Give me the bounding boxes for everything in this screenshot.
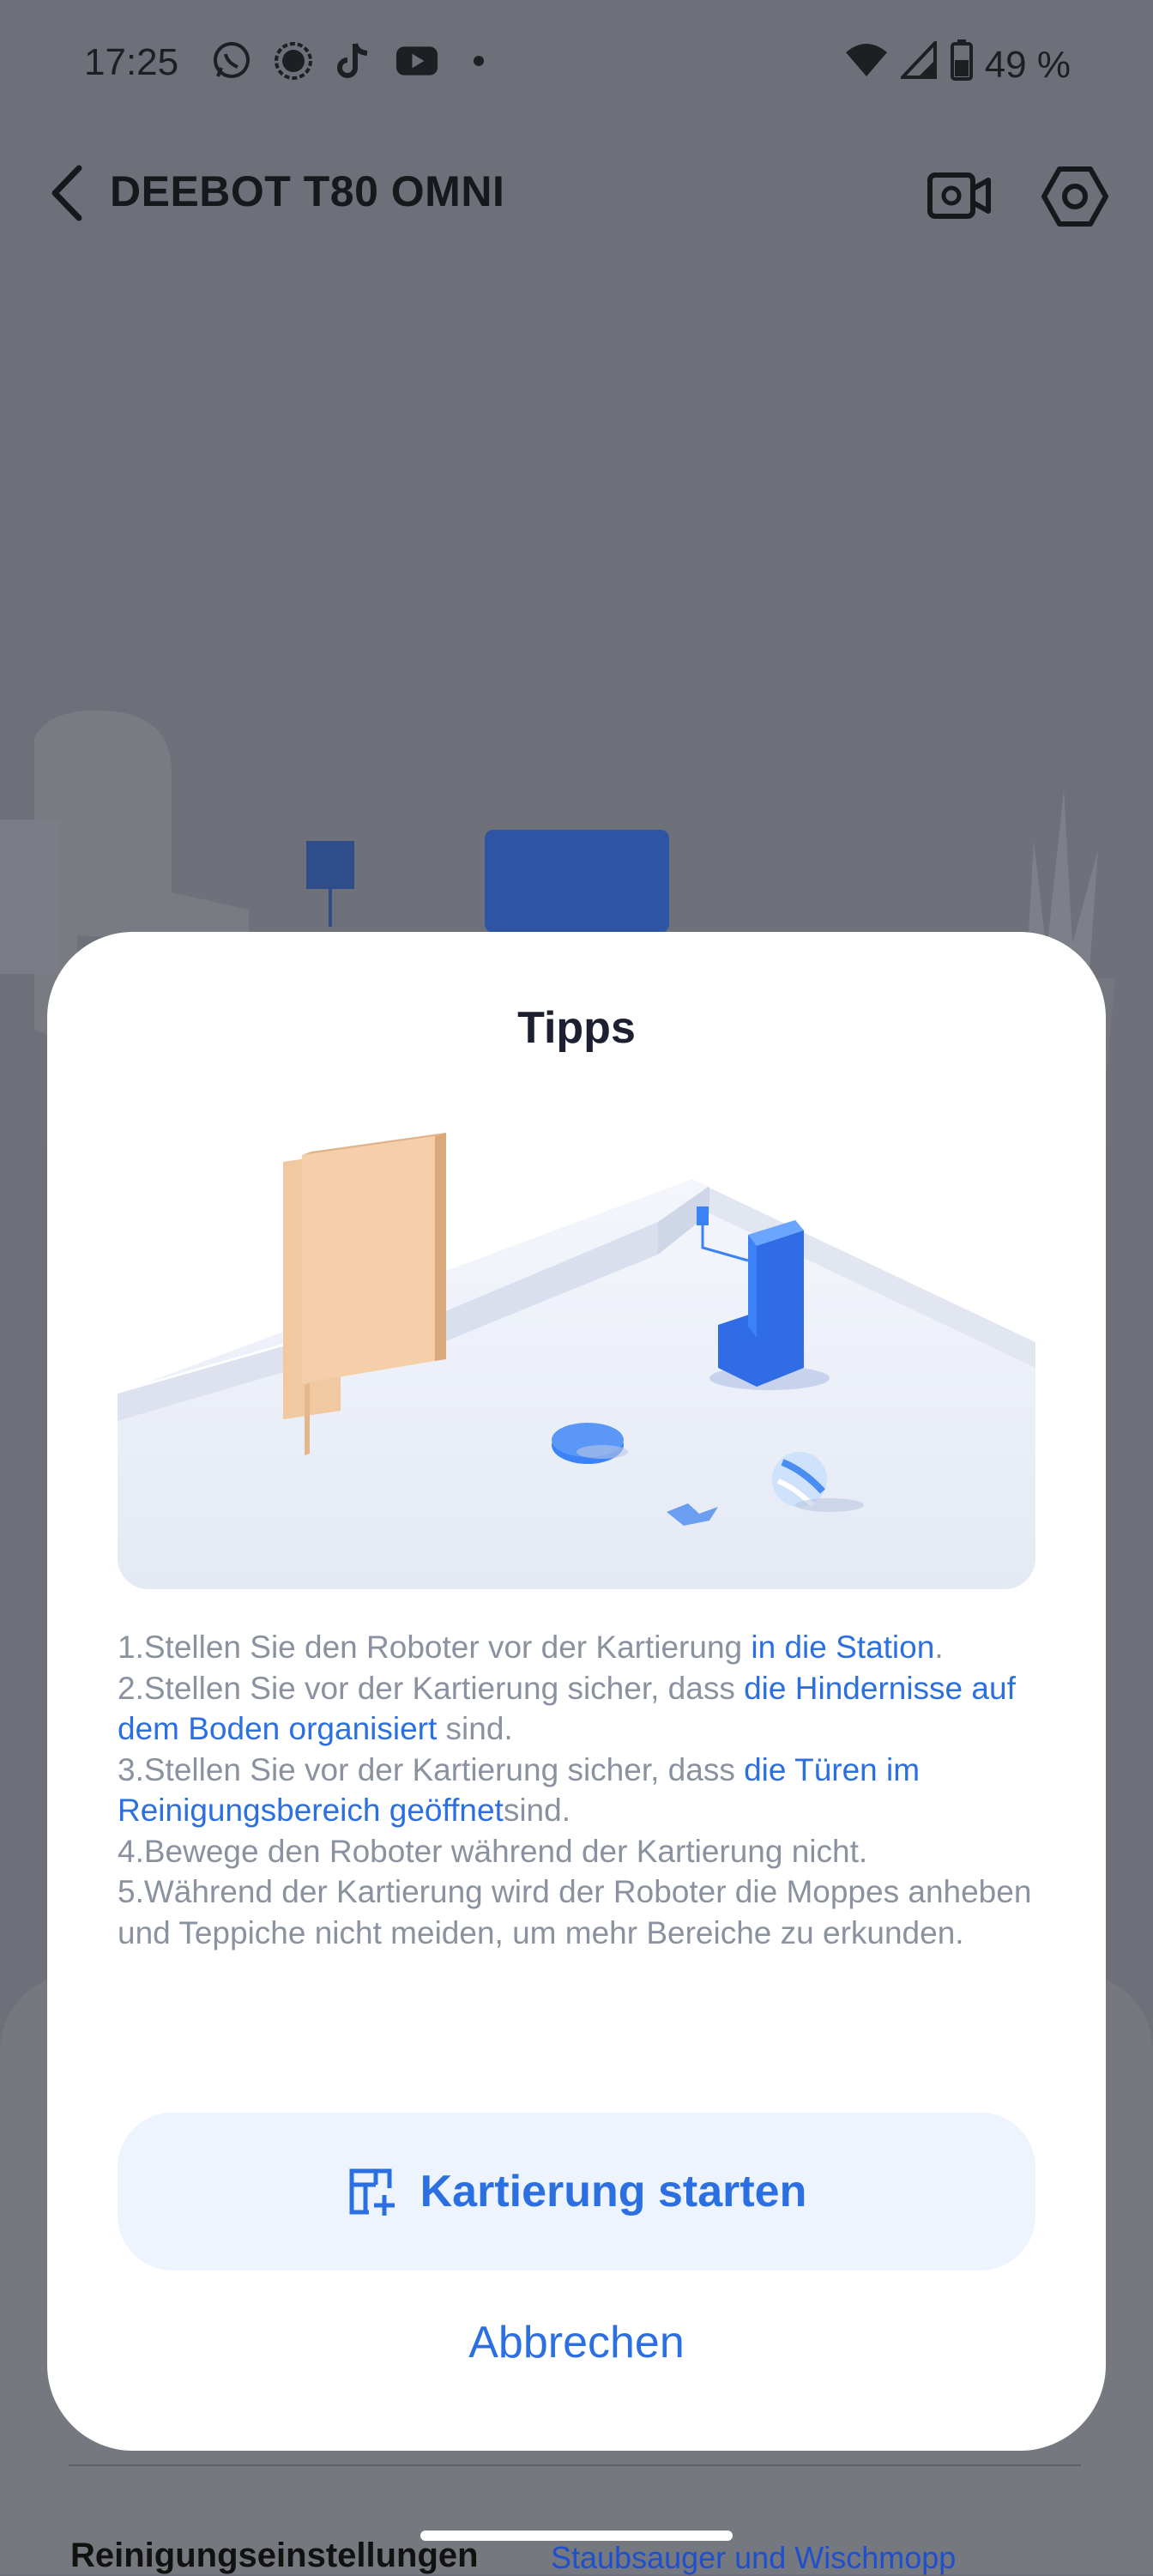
cleaning-mode-link: Staubsauger und Wischmopp (551, 2540, 957, 2575)
app-bar: DEEBOT T80 OMNI (0, 146, 1153, 240)
mapping-illustration (118, 1110, 1035, 1589)
video-camera-icon (927, 172, 991, 219)
status-bar: 17:25 49 % (0, 0, 1153, 129)
cell-signal-icon (898, 38, 939, 88)
chevron-left-icon (51, 165, 82, 221)
video-camera-button[interactable] (923, 160, 995, 232)
tip-text: . (934, 1630, 944, 1665)
battery-percent: 49 % (984, 43, 1071, 86)
tip-text: 4.Bewege den Roboter während der Kartier… (118, 1833, 868, 1869)
wifi-icon (844, 42, 889, 88)
youtube-icon (395, 39, 438, 82)
start-mapping-label: Kartierung starten (420, 2167, 807, 2216)
whatsapp-icon (210, 39, 253, 82)
start-mapping-button[interactable]: Kartierung starten (118, 2113, 1035, 2271)
map-add-icon (349, 2168, 395, 2216)
tip-text: 2.Stellen Sie vor der Kartierung sicher,… (118, 1670, 745, 1706)
tip-text: 5.Während der Kartierung wird der Robote… (118, 1874, 1032, 1950)
tip-item: 1.Stellen Sie den Roboter vor der Kartie… (118, 1627, 1053, 1668)
status-app-icons (210, 39, 500, 82)
bottom-divider (69, 2464, 1081, 2466)
signal-icon (272, 39, 315, 82)
tip-item: 2.Stellen Sie vor der Kartierung sicher,… (118, 1668, 1053, 1750)
status-indicators: 49 % (844, 38, 1071, 90)
gear-icon (1041, 166, 1108, 227)
gesture-nav-handle[interactable] (420, 2531, 733, 2541)
cancel-button[interactable]: Abbrechen (47, 2317, 1106, 2368)
battery-icon (950, 39, 973, 90)
app-title: DEEBOT T80 OMNI (110, 167, 505, 215)
tip-text: 1.Stellen Sie den Roboter vor der Kartie… (118, 1630, 752, 1665)
tiktok-icon (334, 39, 377, 82)
tip-text: sind. (437, 1711, 513, 1746)
tip-highlight: in die Station (751, 1630, 935, 1665)
tips-list: 1.Stellen Sie den Roboter vor der Kartie… (118, 1627, 1053, 1953)
tip-item: 4.Bewege den Roboter während der Kartier… (118, 1831, 1053, 1872)
tips-dialog: Tipps 1.Stellen Sie den Roboter vor der … (47, 932, 1106, 2451)
back-button[interactable] (41, 165, 93, 221)
tip-text: sind. (503, 1793, 570, 1828)
tip-text: 3.Stellen Sie vor der Kartierung sicher,… (118, 1751, 745, 1787)
cleaning-settings-label: Reinigungseinstellungen (70, 2537, 479, 2574)
more-dot-icon (457, 39, 500, 82)
dialog-title: Tipps (517, 1003, 636, 1053)
tip-item: 3.Stellen Sie vor der Kartierung sicher,… (118, 1750, 1053, 1831)
status-time: 17:25 (84, 41, 179, 83)
tip-item: 5.Während der Kartierung wird der Robote… (118, 1872, 1053, 1953)
settings-button[interactable] (1038, 160, 1112, 233)
